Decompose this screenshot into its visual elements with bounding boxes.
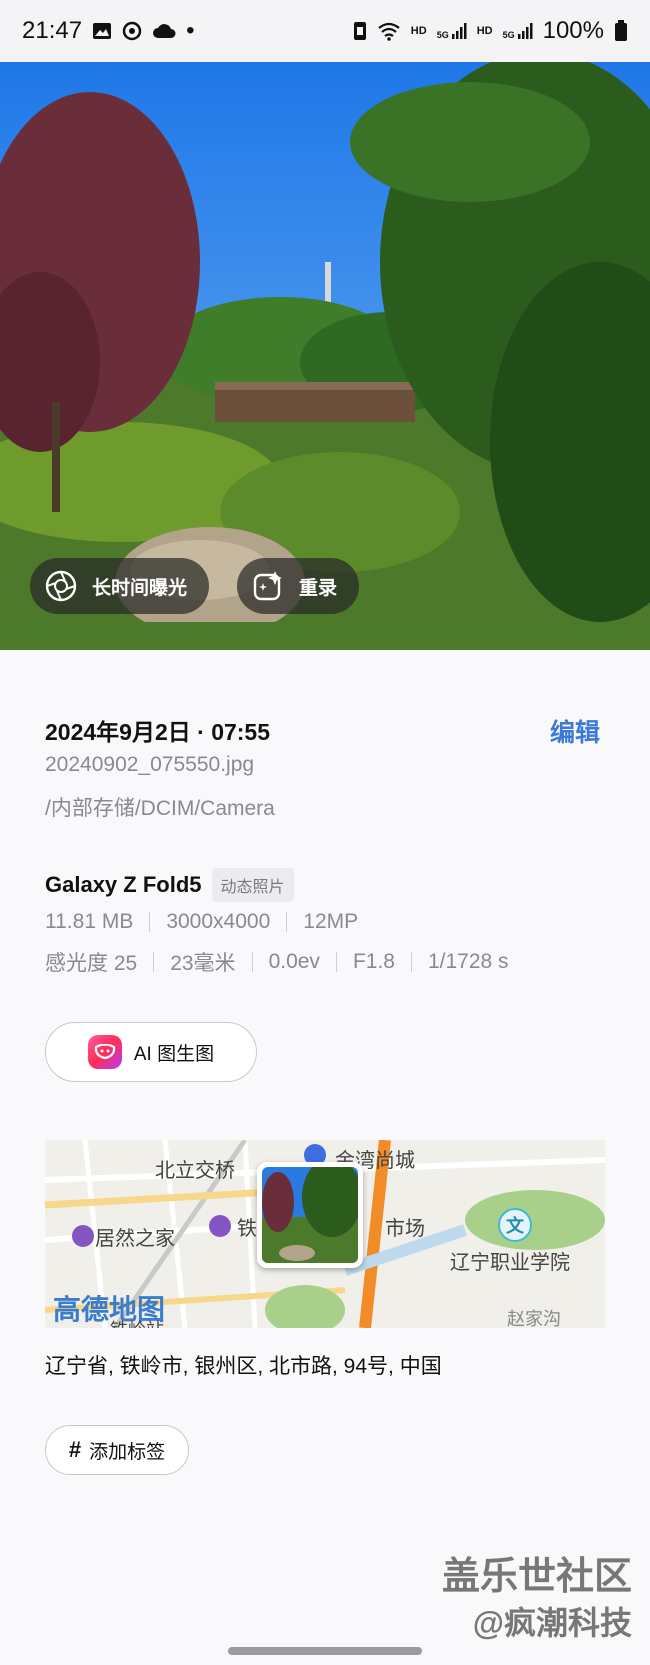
exposure-value: 0.0ev [268,950,320,973]
status-time: 21:47 [22,17,83,44]
map-label: 市场 [385,1218,425,1240]
specs-row-1: 11.81 MB 3000x4000 12MP [45,910,358,934]
divider [149,912,151,932]
edit-button[interactable]: 编辑 [550,713,600,749]
add-tag-label: 添加标签 [89,1441,166,1463]
location-address: 辽宁省, 铁岭市, 银州区, 北市路, 94号, 中国 [45,1355,442,1378]
rerecord-label: 重录 [299,577,338,599]
map-label: 居然之家 [95,1228,175,1250]
ai-image-to-image-button[interactable]: AI 图生图 [45,1022,257,1082]
device-row: Galaxy Z Fold5 动态照片 [45,868,294,902]
battery-percent: 100% [542,17,604,44]
iso: 感光度 25 [45,952,138,975]
hd-label-2: HD [476,25,493,37]
specs-row-2: 感光度 25 23毫米 0.0ev F1.8 1/1728 s [45,947,509,977]
aperture: F1.8 [352,950,395,973]
divider [410,952,412,972]
status-bar: 21:47 • HD 5G HD 5G 100% [0,0,650,62]
wifi-icon [377,21,401,41]
map-label: 铁 [237,1218,257,1240]
long-exposure-label: 长时间曝光 [92,577,188,599]
signal-icon: 5G [437,22,467,40]
sync-icon [122,21,142,41]
gesture-handle[interactable] [228,1647,422,1655]
hash-icon: # [68,1437,82,1462]
divider [286,912,288,932]
cloud-icon [152,22,176,40]
status-right: HD 5G HD 5G 100% [353,17,628,45]
map-label: 辽宁职业学院 [450,1252,570,1274]
location-map[interactable]: 北立交桥 金湾尚城 居然之家 铁 市场 文 辽宁职业学院 高德地图 铁岭站 赵家… [45,1140,605,1328]
add-tag-button[interactable]: # 添加标签 [45,1425,189,1475]
shutter-speed: 1/1728 s [427,950,509,973]
watermark-line-2: @疯潮科技 [472,1605,632,1641]
divider [335,952,337,972]
signal-icon: 5G [503,22,533,40]
long-exposure-button[interactable]: 长时间曝光 [30,558,210,614]
aperture-icon [44,569,78,603]
megapixels: 12MP [303,910,359,933]
resolution: 3000x4000 [166,910,271,933]
file-size: 11.81 MB [45,910,134,933]
photo-date: 2024年9月2日 · 07:55 [45,719,271,745]
rerecord-button[interactable]: 重录 [237,558,360,614]
hd-label-1: HD [410,25,427,37]
ai-button-label: AI 图生图 [133,1043,215,1065]
file-name: 20240902_075550.jpg [45,753,255,776]
motion-photo-badge: 动态照片 [211,868,294,902]
focal-length: 23毫米 [170,952,236,975]
sparkle-frame-icon [251,569,285,603]
device-name: Galaxy Z Fold5 [45,872,202,897]
map-label: 北立交桥 [155,1160,235,1182]
nfc-icon [353,21,367,41]
status-dot: • [186,17,195,44]
status-left: 21:47 • [22,17,194,45]
watermark-line-1: 盖乐世社区 [441,1556,632,1598]
file-path: /内部存储/DCIM/Camera [45,797,275,820]
map-label: 赵家沟 [507,1309,561,1328]
map-label: 铁岭站 [110,1316,164,1328]
gallery-icon [92,22,112,40]
map-photo-pin[interactable] [257,1162,363,1268]
map-label: 文 [506,1216,524,1236]
ai-app-icon [87,1035,122,1069]
network-label-2: 5G [502,30,515,40]
divider [153,952,155,972]
divider [251,952,253,972]
network-label-1: 5G [436,30,449,40]
battery-icon [614,20,628,42]
